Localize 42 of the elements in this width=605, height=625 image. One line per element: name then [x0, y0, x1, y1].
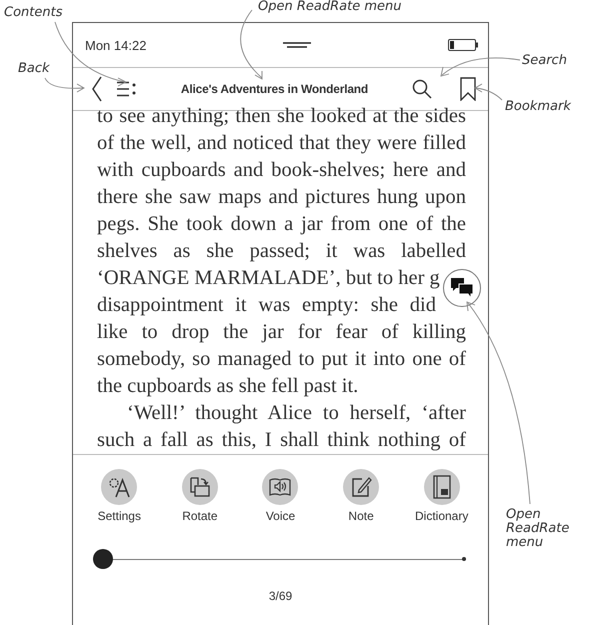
action-button[interactable]: Voice	[240, 469, 321, 523]
note-pencil-icon	[350, 476, 372, 498]
handle-icon	[283, 42, 312, 48]
book-title: Alice's Adventures in Wonderland	[180, 82, 370, 96]
back-button[interactable]	[91, 76, 103, 102]
callout-label: Back	[18, 62, 50, 76]
contents-button[interactable]	[117, 81, 137, 97]
text-line: there she saw maps and pictures hung upon	[96, 185, 467, 210]
action-button[interactable]: Rotate	[160, 469, 240, 523]
text-line: pegs. She took down a jar from one of the	[96, 212, 467, 237]
text-line: somebody, so managed to put it into one of	[96, 347, 467, 372]
speech-bubbles-icon	[450, 277, 474, 299]
action-button[interactable]: Settings	[79, 469, 160, 523]
speaker-book-icon	[268, 476, 292, 498]
callout-label: Bookmark	[505, 100, 571, 114]
text-line: such a fall as this, I shall think nothing of	[96, 428, 467, 453]
progress-slider[interactable]	[93, 549, 466, 569]
text-line: the cupboards as she fell past it.	[96, 374, 360, 399]
action-button[interactable]: Dictionary	[401, 469, 482, 523]
callout-label: Open ReadRate menu	[506, 508, 570, 550]
battery-icon	[448, 39, 478, 51]
text-line: of the well, and noticed that they were filled	[96, 131, 467, 156]
text-line: ‘ORANGE MARMALADE’, but to her g	[96, 266, 439, 291]
search-button[interactable]	[412, 79, 432, 99]
callout-label: Contents	[4, 6, 62, 20]
action-button[interactable]: Note	[320, 469, 402, 523]
text-line: disappointment it was empty: she did	[96, 293, 437, 318]
readrate-button[interactable]	[443, 269, 481, 307]
text-line: to see anything; then she looked at the sides	[96, 104, 467, 129]
rotate-icon	[188, 476, 211, 498]
text-line: like to drop the jar for fear of killing	[96, 320, 467, 345]
dictionary-book-icon	[432, 475, 452, 499]
bookmark-button[interactable]	[460, 77, 476, 101]
callout-label: Search	[522, 54, 567, 68]
settings-icon	[107, 476, 132, 498]
page-number: 3/69	[268, 589, 292, 603]
text-line: shelves as she passed; it was labelled	[96, 239, 467, 264]
text-line: ‘Well!’ thought Alice to herself, ‘after	[126, 401, 467, 426]
callout-label: Open ReadRate menu	[258, 0, 402, 14]
text-line: with cupboards and book-shelves; here and	[96, 158, 467, 183]
leader-line	[474, 84, 502, 100]
status-time: Mon 14:22	[85, 38, 146, 52]
